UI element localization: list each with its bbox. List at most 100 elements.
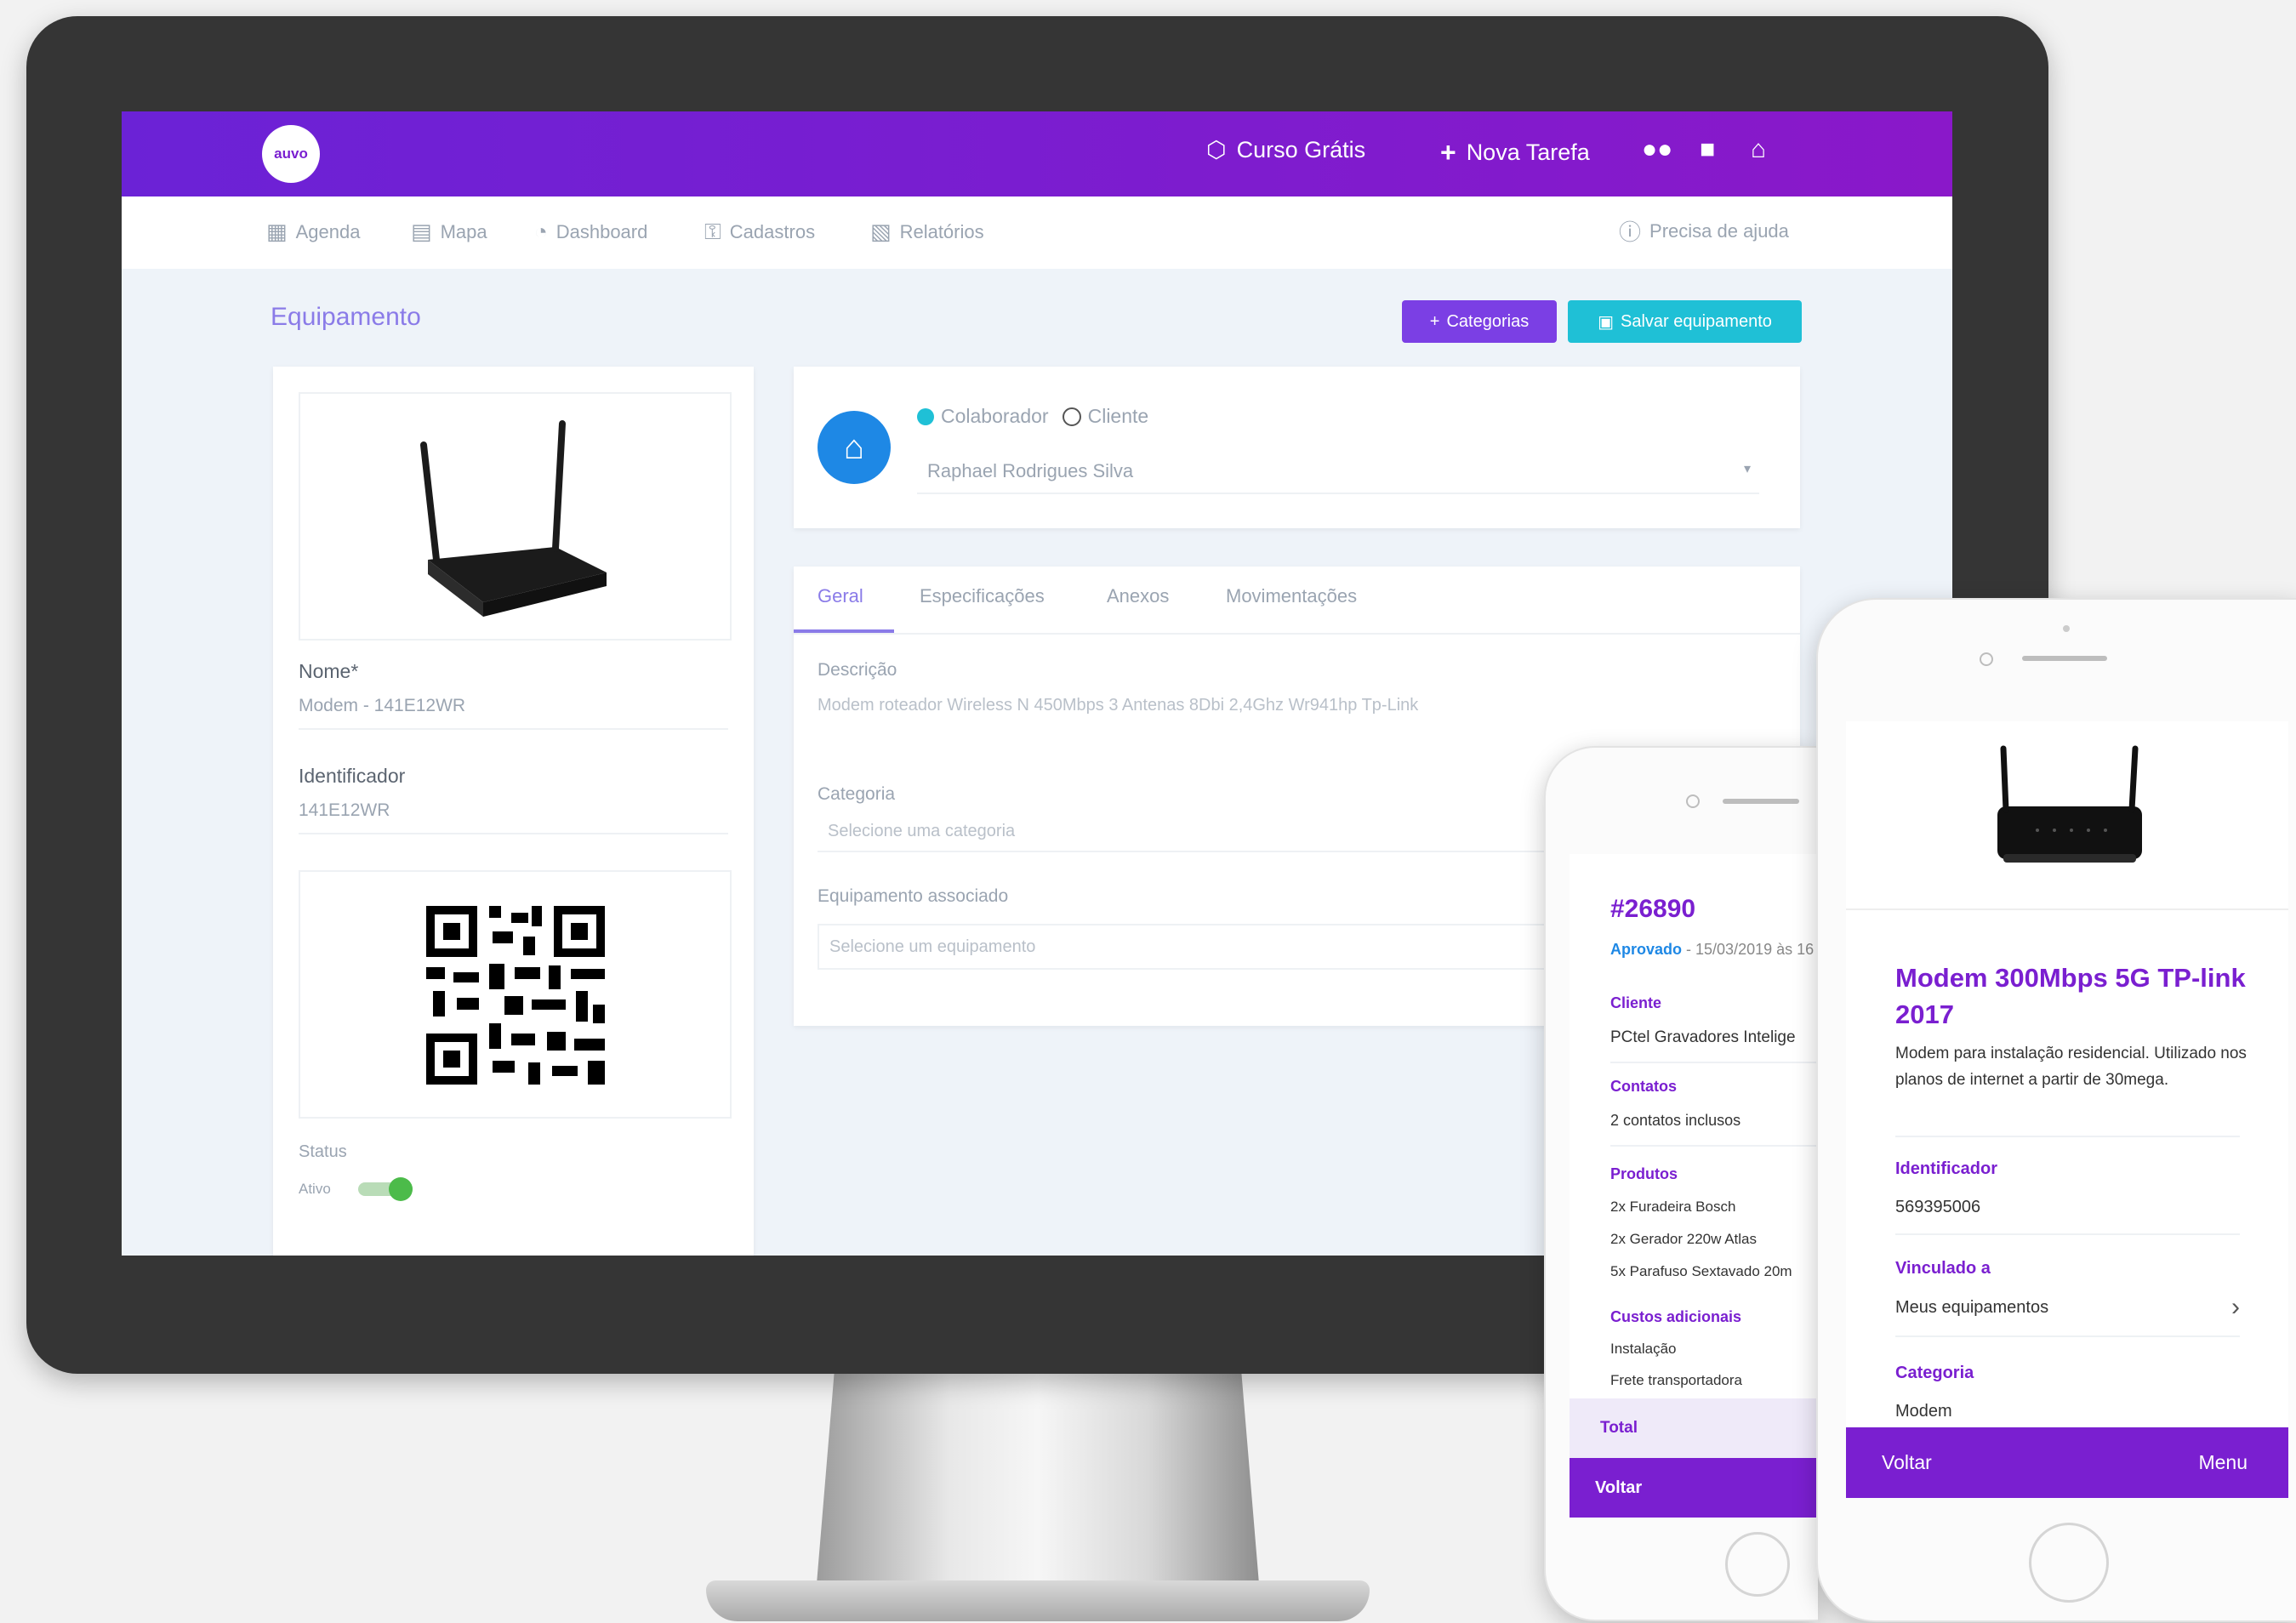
categorias-label: Categorias: [1446, 311, 1530, 331]
top-bar: auvo ⬡ Curso Grátis + Nova Tarefa ●● ■ ⌂: [122, 111, 1952, 196]
nav-mapa[interactable]: ▤ Mapa: [411, 219, 487, 245]
nova-tarefa-button[interactable]: + Nova Tarefa: [1440, 137, 1590, 168]
produtos-label: Produtos: [1610, 1165, 1678, 1182]
vinculado-label: Vinculado a: [1895, 1259, 1991, 1278]
owner-card: ⌂ Colaborador Cliente Raphael Rodrigues …: [794, 367, 1800, 528]
monitor-stand-neck: [817, 1371, 1259, 1584]
calendar-icon: ▦: [266, 219, 288, 244]
contatos-label: Contatos: [1610, 1078, 1677, 1095]
chat-bubbles-icon[interactable]: ●●: [1642, 135, 1672, 164]
map-icon: ▤: [411, 219, 432, 244]
nav-agenda-label: Agenda: [295, 220, 361, 242]
total-bar: Total: [1570, 1398, 1818, 1458]
salvar-equipamento-button[interactable]: ▣ Salvar equipamento: [1568, 300, 1802, 343]
categoria-label: Categoria: [818, 784, 896, 804]
router-image: [1997, 745, 2142, 863]
nav-cadastros-label: Cadastros: [729, 221, 816, 242]
categorias-button[interactable]: + Categorias: [1402, 300, 1557, 343]
cliente-value: PCtel Gravadores Intelige: [1610, 1028, 1796, 1046]
app-logo[interactable]: auvo: [262, 125, 320, 183]
toggle-knob: [389, 1177, 413, 1201]
chevron-right-icon: ›: [2231, 1293, 2240, 1321]
message-icon[interactable]: ■: [1700, 135, 1715, 164]
bottom-action-bar: Voltar Menu: [1846, 1427, 2288, 1498]
status-toggle[interactable]: [358, 1177, 413, 1201]
nav-mapa-label: Mapa: [440, 220, 487, 242]
help-link[interactable]: ⓘ Precisa de ajuda: [1619, 215, 1789, 247]
radio-cliente[interactable]: [1062, 407, 1081, 426]
curso-gratis-link[interactable]: ⬡ Curso Grátis: [1206, 137, 1365, 163]
divider: [1895, 1136, 2240, 1137]
divider: [1895, 1233, 2240, 1235]
categoria-label: Categoria: [1895, 1364, 1974, 1382]
nome-label: Nome*: [299, 660, 359, 682]
tab-geral[interactable]: Geral: [818, 585, 863, 607]
produto-item: 2x Furadeira Bosch: [1610, 1199, 1736, 1215]
identificador-label: Identificador: [1895, 1159, 1998, 1178]
phone-speaker: [2022, 656, 2107, 661]
plus-icon: +: [1429, 311, 1440, 331]
qr-code-frame: [299, 870, 732, 1119]
equipment-title: Modem 300Mbps 5G TP-link 2017: [1895, 963, 2246, 1029]
nova-tarefa-label: Nova Tarefa: [1466, 140, 1590, 165]
nav-agenda[interactable]: ▦ Agenda: [266, 219, 360, 245]
contatos-value: 2 contatos inclusos: [1610, 1112, 1741, 1129]
associado-label: Equipamento associado: [818, 886, 1009, 906]
nav-dashboard-label: Dashboard: [555, 220, 648, 242]
phone-camera: [1686, 794, 1700, 808]
tab-especificacoes[interactable]: Especificações: [920, 585, 1045, 607]
divider: [1610, 1145, 1818, 1147]
custo-item: Frete transportadora: [1610, 1372, 1742, 1388]
help-label: Precisa de ajuda: [1649, 219, 1789, 242]
page-title: Equipamento: [271, 303, 421, 331]
categoria-placeholder: Selecione uma categoria: [828, 822, 1016, 840]
identificador-label: Identificador: [299, 765, 406, 787]
descricao-value[interactable]: Modem roteador Wireless N 450Mbps 3 Ante…: [818, 696, 1418, 715]
radio-colaborador[interactable]: [917, 407, 934, 425]
home-icon: ⌂: [818, 411, 891, 484]
produto-item: 2x Gerador 220w Atlas: [1610, 1231, 1757, 1247]
nav-relatorios-label: Relatórios: [899, 220, 984, 242]
voltar-button[interactable]: Voltar: [1882, 1451, 1932, 1474]
nav-relatorios[interactable]: ▧ Relatórios: [870, 219, 984, 245]
user-icon[interactable]: ⌂: [1751, 135, 1766, 164]
equipment-left-card: Nome* Modem - 141E12WR Identificador 141…: [273, 367, 754, 1256]
phone-sensor: [2063, 625, 2070, 632]
curso-gratis-label: Curso Grátis: [1236, 137, 1366, 162]
total-label: Total: [1600, 1419, 1638, 1437]
dashboard-icon: ◔: [534, 219, 548, 244]
tab-active-indicator: [794, 629, 894, 633]
nav-dashboard[interactable]: ◔ Dashboard: [534, 219, 647, 245]
order-status-line: Aprovado - 15/03/2019 às 16: [1610, 941, 1814, 959]
nav-cadastros[interactable]: ⚿ Cadastros: [704, 219, 815, 246]
document-icon: ▧: [870, 219, 892, 244]
voltar-button[interactable]: Voltar: [1570, 1458, 1818, 1518]
status-value: Ativo: [299, 1181, 331, 1197]
nome-value[interactable]: Modem - 141E12WR: [299, 696, 465, 716]
chevron-down-icon: ▾: [1743, 462, 1751, 476]
phone-equipment-screen: Modem 300Mbps 5G TP-link 2017 Modem para…: [1846, 721, 2288, 1498]
tab-anexos[interactable]: Anexos: [1107, 585, 1169, 607]
order-id: #26890: [1610, 895, 1696, 923]
share-icon: ⬡: [1206, 137, 1227, 162]
phone-home-button: [1725, 1532, 1790, 1597]
identificador-value[interactable]: 141E12WR: [299, 800, 390, 821]
tab-movimentacoes[interactable]: Movimentações: [1226, 585, 1357, 607]
voltar-label: Voltar: [1595, 1478, 1643, 1497]
custos-label: Custos adicionais: [1610, 1308, 1742, 1325]
phone-order-screen: #26890 Aprovado - 15/03/2019 às 16 Clien…: [1570, 854, 1818, 1518]
associado-placeholder: Selecione um equipamento: [829, 937, 1036, 956]
radio-cliente-label: Cliente: [1087, 405, 1149, 427]
equipment-image-frame: [299, 392, 732, 641]
phone-home-button: [2029, 1523, 2109, 1603]
router-image: [420, 420, 607, 617]
descricao-label: Descrição: [818, 660, 897, 680]
person-select[interactable]: Raphael Rodrigues Silva ▾: [917, 450, 1759, 494]
help-icon: ⓘ: [1619, 219, 1642, 245]
salvar-equipamento-label: Salvar equipamento: [1621, 311, 1772, 331]
divider: [299, 833, 728, 834]
vinculado-value: Meus equipamentos: [1895, 1298, 2049, 1317]
vinculado-row[interactable]: Meus equipamentos ›: [1895, 1291, 2240, 1329]
key-icon: ⚿: [704, 219, 721, 244]
menu-button[interactable]: Menu: [2198, 1451, 2248, 1474]
